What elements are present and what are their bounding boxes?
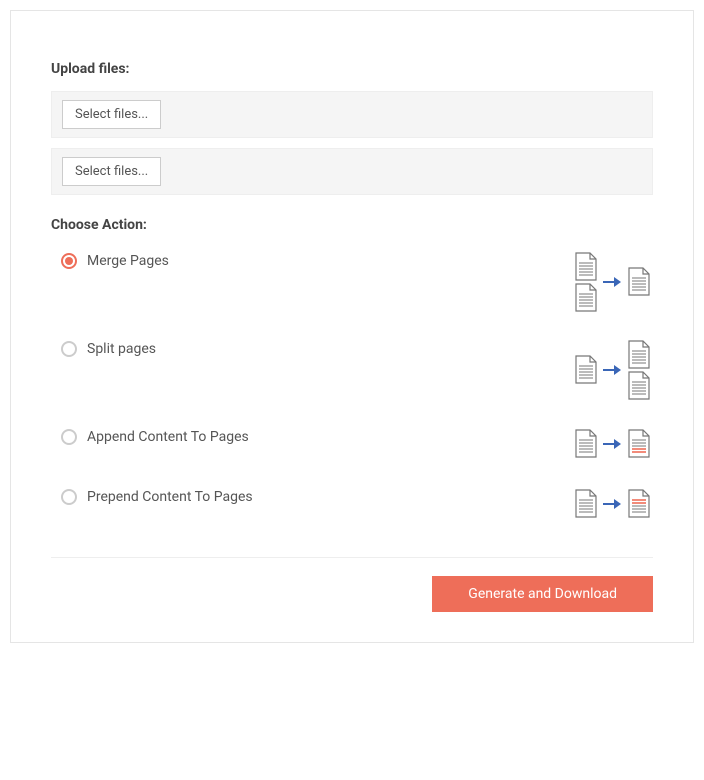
split-icon xyxy=(573,339,653,405)
footer: Generate and Download xyxy=(51,576,653,612)
generate-download-button[interactable]: Generate and Download xyxy=(432,576,653,612)
action-left-merge: Merge Pages xyxy=(61,251,169,269)
upload-row-1: Select files... xyxy=(51,91,653,138)
choose-action-label: Choose Action: xyxy=(51,217,653,233)
action-label-split: Split pages xyxy=(87,341,156,357)
prepend-icon xyxy=(573,487,653,525)
radio-split[interactable] xyxy=(61,341,77,357)
action-row-merge[interactable]: Merge Pages xyxy=(51,241,653,329)
action-row-split[interactable]: Split pages xyxy=(51,329,653,417)
action-row-prepend[interactable]: Prepend Content To Pages xyxy=(51,477,653,537)
action-row-append[interactable]: Append Content To Pages xyxy=(51,417,653,477)
select-files-button-1[interactable]: Select files... xyxy=(62,100,161,129)
action-left-append: Append Content To Pages xyxy=(61,427,249,445)
merge-icon xyxy=(573,251,653,317)
action-left-prepend: Prepend Content To Pages xyxy=(61,487,253,505)
action-left-split: Split pages xyxy=(61,339,156,357)
action-label-prepend: Prepend Content To Pages xyxy=(87,489,253,505)
append-icon xyxy=(573,427,653,465)
action-label-append: Append Content To Pages xyxy=(87,429,249,445)
form-panel: Upload files: Select files... Select fil… xyxy=(10,10,694,643)
upload-section-label: Upload files: xyxy=(51,61,653,77)
upload-row-2: Select files... xyxy=(51,148,653,195)
radio-append[interactable] xyxy=(61,429,77,445)
select-files-button-2[interactable]: Select files... xyxy=(62,157,161,186)
radio-merge[interactable] xyxy=(61,253,77,269)
divider xyxy=(51,557,653,558)
radio-prepend[interactable] xyxy=(61,489,77,505)
action-label-merge: Merge Pages xyxy=(87,253,169,269)
